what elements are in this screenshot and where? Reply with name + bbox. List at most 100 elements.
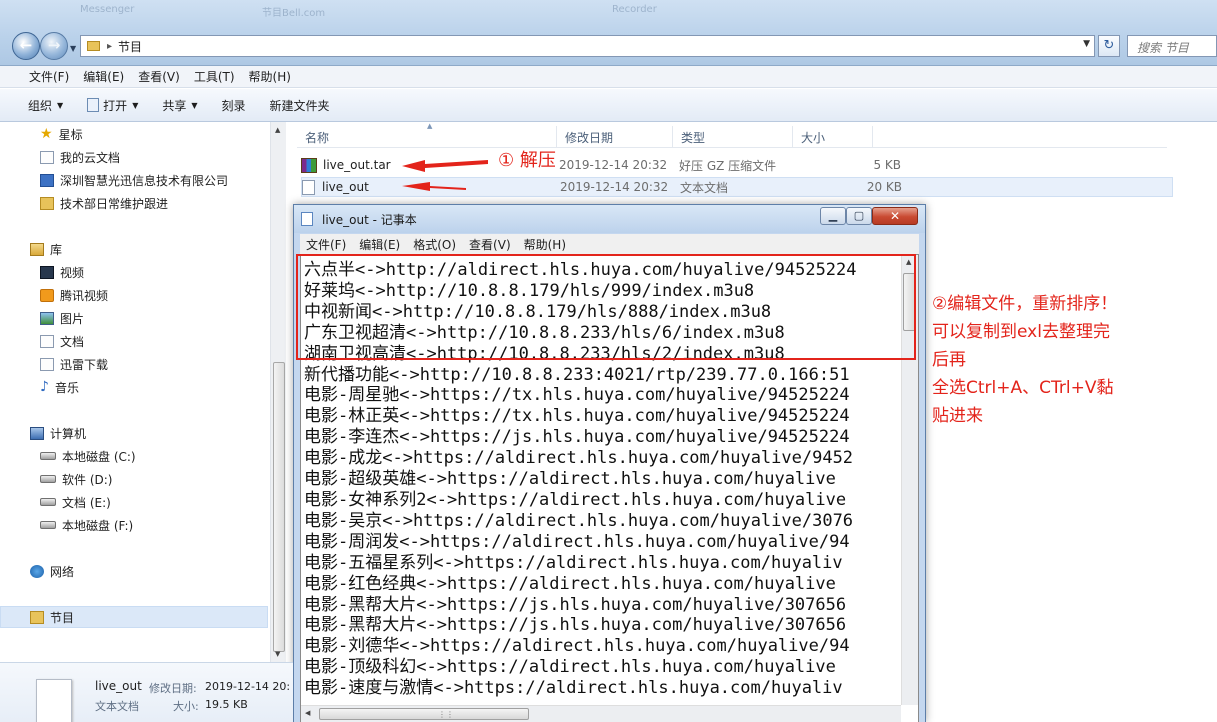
file-row-live-out-tar[interactable]: live_out.tar 2019-12-14 20:32 好压 GZ 压缩文件…	[301, 155, 1173, 175]
text-line: 电影-李连杰<->https://js.hls.huya.com/huyaliv…	[304, 427, 850, 448]
scroll-thumb[interactable]	[273, 362, 285, 652]
nav-item-computer[interactable]: 计算机	[30, 423, 86, 443]
menu-help[interactable]: 帮助(H)	[249, 68, 291, 85]
np-menu-view[interactable]: 查看(V)	[469, 236, 511, 253]
notepad-titlebar[interactable]: live_out - 记事本 ▁ ▢ ✕	[294, 205, 925, 233]
file-type: 文本文档	[680, 180, 729, 195]
file-name: live_out.tar	[323, 158, 391, 172]
text-file-icon	[302, 179, 315, 195]
refresh-icon: ↻	[1103, 38, 1115, 53]
drive-icon	[40, 475, 56, 483]
details-size-value: 19.5 KB	[205, 698, 248, 711]
scroll-thumb[interactable]	[903, 273, 916, 331]
recent-pages-dropdown[interactable]: ▼	[70, 44, 76, 53]
scroll-left-icon[interactable]: ◀	[305, 709, 310, 717]
breadcrumb-current[interactable]: 节目	[118, 38, 142, 55]
nav-item-thunder[interactable]: 迅雷下载	[40, 354, 108, 374]
text-line: 电影-刘德华<->https://aldirect.hls.huya.com/h…	[304, 636, 850, 657]
text-line: 电影-女神系列2<->https://aldirect.hls.huya.com…	[304, 489, 847, 510]
column-type[interactable]: 类型	[673, 126, 793, 147]
text-line: 电影-周润发<->https://aldirect.hls.huya.com/h…	[304, 531, 850, 552]
text-line: 电影-红色经典<->https://aldirect.hls.huya.com/…	[304, 573, 836, 594]
nav-item-library[interactable]: 库	[30, 239, 62, 259]
library-icon	[30, 242, 44, 256]
tencent-video-icon	[40, 288, 54, 302]
menu-view[interactable]: 查看(V)	[138, 68, 180, 85]
notepad-text-area[interactable]: 六点半<->http://aldirect.hls.huya.com/huyal…	[300, 254, 919, 722]
notepad-content[interactable]: 六点半<->http://aldirect.hls.huya.com/huyal…	[304, 260, 900, 700]
new-folder-button[interactable]: 新建文件夹	[270, 97, 330, 114]
search-input[interactable]: 搜索 节目	[1127, 35, 1217, 57]
nav-scrollbar[interactable]: ▲ ▼	[270, 122, 286, 662]
scroll-down-icon[interactable]: ▼	[275, 650, 280, 658]
share-button[interactable]: 共享 ▼	[162, 97, 197, 114]
navigation-pane: ★ 星标 我的云文档 深圳智慧光迅信息技术有限公司 技术部日常维护跟进 库 视频 …	[0, 122, 286, 662]
nav-item-drive-f[interactable]: 本地磁盘 (F:)	[40, 515, 133, 535]
nav-item-company[interactable]: 深圳智慧光迅信息技术有限公司	[40, 170, 228, 190]
file-date: 2019-12-14 20:32	[559, 158, 668, 172]
nav-item-favorites[interactable]: ★ 星标	[40, 124, 83, 144]
notepad-horizontal-scrollbar[interactable]: ◀ ⋮⋮	[301, 705, 901, 722]
nav-item-label: 图片	[60, 311, 85, 326]
nav-item-network[interactable]: 网络	[30, 561, 74, 581]
nav-item-drive-d[interactable]: 软件 (D:)	[40, 469, 112, 489]
file-name: live_out	[322, 180, 369, 194]
np-menu-file[interactable]: 文件(F)	[306, 236, 346, 253]
notepad-menubar: 文件(F) 编辑(E) 格式(O) 查看(V) 帮助(H)	[300, 234, 919, 254]
maximize-button[interactable]: ▢	[846, 207, 872, 225]
scroll-thumb[interactable]: ⋮⋮	[319, 708, 529, 720]
nav-item-current-folder[interactable]: 节目	[30, 607, 74, 627]
nav-item-label: 迅雷下载	[60, 357, 109, 372]
background-window-title: Recorder	[612, 4, 657, 15]
scroll-up-icon[interactable]: ▲	[906, 258, 911, 266]
column-date[interactable]: 修改日期	[557, 126, 673, 147]
minimize-button[interactable]: ▁	[820, 207, 846, 225]
scroll-up-icon[interactable]: ▲	[275, 126, 280, 134]
menu-edit[interactable]: 编辑(E)	[83, 68, 124, 85]
nav-item-documents[interactable]: 文档	[40, 331, 84, 351]
text-line: 湖南卫视高清<->http://10.8.8.233/hls/2/index.m…	[304, 343, 785, 364]
drive-icon	[40, 521, 56, 529]
notepad-icon	[301, 212, 313, 226]
text-line: 好莱坞<->http://10.8.8.179/hls/999/index.m3…	[304, 280, 755, 301]
nav-item-drive-e[interactable]: 文档 (E:)	[40, 492, 111, 512]
nav-item-label: 文档 (E:)	[62, 495, 111, 510]
text-line: 电影-吴京<->https://aldirect.hls.huya.com/hu…	[304, 510, 854, 531]
file-row-live-out[interactable]: live_out 2019-12-14 20:32 文本文档 20 KB	[301, 177, 1173, 197]
nav-item-tencent-video[interactable]: 腾讯视频	[40, 285, 108, 305]
refresh-button[interactable]: ↻	[1098, 35, 1120, 57]
chevron-right-icon[interactable]: ▸	[107, 41, 112, 52]
nav-item-label: 我的云文档	[60, 150, 121, 165]
notepad-vertical-scrollbar[interactable]: ▲	[901, 255, 918, 705]
nav-item-label: 深圳智慧光迅信息技术有限公司	[60, 173, 229, 188]
nav-item-cloud-docs[interactable]: 我的云文档	[40, 147, 120, 167]
forward-button[interactable]: →	[40, 32, 68, 60]
menu-file[interactable]: 文件(F)	[29, 68, 69, 85]
nav-item-videos[interactable]: 视频	[40, 262, 84, 282]
share-label: 共享	[162, 98, 187, 113]
background-window-title: Messenger	[80, 4, 135, 15]
picture-icon	[40, 311, 54, 325]
menu-tools[interactable]: 工具(T)	[194, 68, 235, 85]
nav-item-drive-c[interactable]: 本地磁盘 (C:)	[40, 446, 136, 466]
nav-item-pictures[interactable]: 图片	[40, 308, 84, 328]
nav-item-label: 文档	[60, 334, 85, 349]
back-button[interactable]: ←	[12, 32, 40, 60]
np-menu-edit[interactable]: 编辑(E)	[359, 236, 400, 253]
organize-label: 组织	[28, 98, 53, 113]
np-menu-help[interactable]: 帮助(H)	[524, 236, 566, 253]
open-button[interactable]: 打开 ▼	[87, 97, 138, 114]
arrow-left-icon: ←	[19, 36, 33, 54]
nav-item-tech-log[interactable]: 技术部日常维护跟进	[40, 193, 168, 213]
nav-item-label: 本地磁盘 (F:)	[62, 518, 134, 533]
close-button[interactable]: ✕	[872, 207, 918, 225]
chevron-down-icon[interactable]: ▼	[1083, 39, 1090, 49]
file-date: 2019-12-14 20:32	[560, 180, 669, 194]
address-bar[interactable]: ▸ 节目 ▼	[80, 35, 1095, 57]
column-size[interactable]: 大小	[793, 126, 873, 147]
nav-item-label: 网络	[50, 564, 75, 579]
burn-button[interactable]: 刻录	[222, 97, 246, 114]
nav-item-music[interactable]: ♪ 音乐	[40, 377, 79, 397]
np-menu-format[interactable]: 格式(O)	[413, 236, 456, 253]
organize-button[interactable]: 组织 ▼	[28, 97, 63, 114]
